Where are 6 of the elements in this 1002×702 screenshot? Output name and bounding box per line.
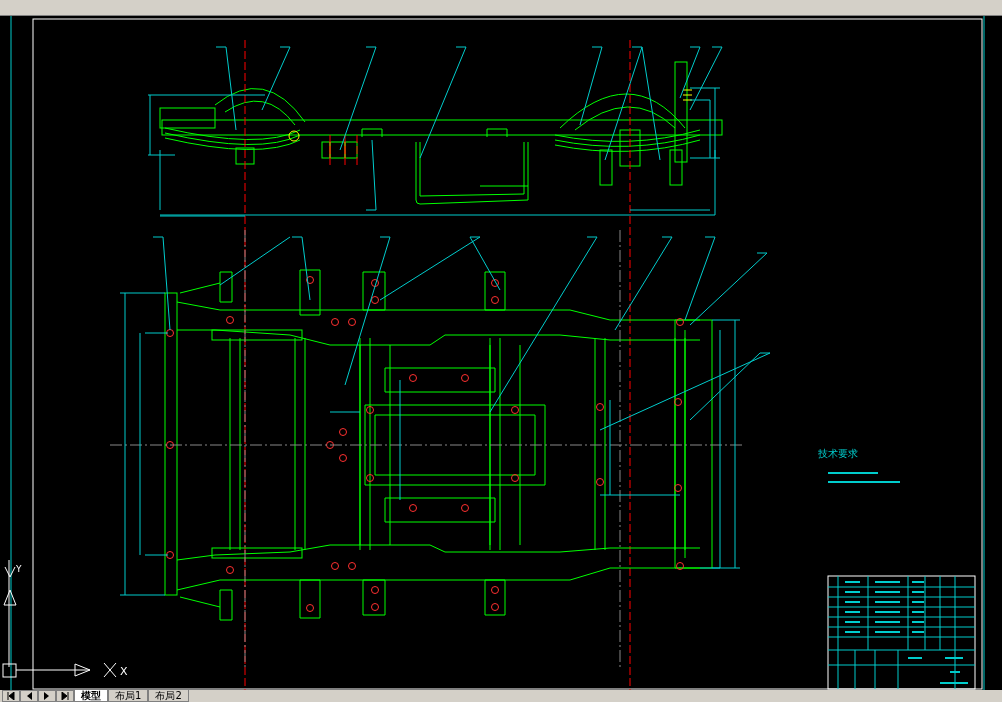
notes-title: 技术要求 (818, 448, 858, 459)
layout-tab[interactable]: 布局2 (148, 690, 189, 702)
layout-tab[interactable]: 模型 (74, 690, 108, 702)
y-axis-label: Y (16, 564, 22, 574)
x-axis-label: X (120, 665, 128, 678)
layout-tab[interactable]: 布局1 (108, 690, 149, 702)
